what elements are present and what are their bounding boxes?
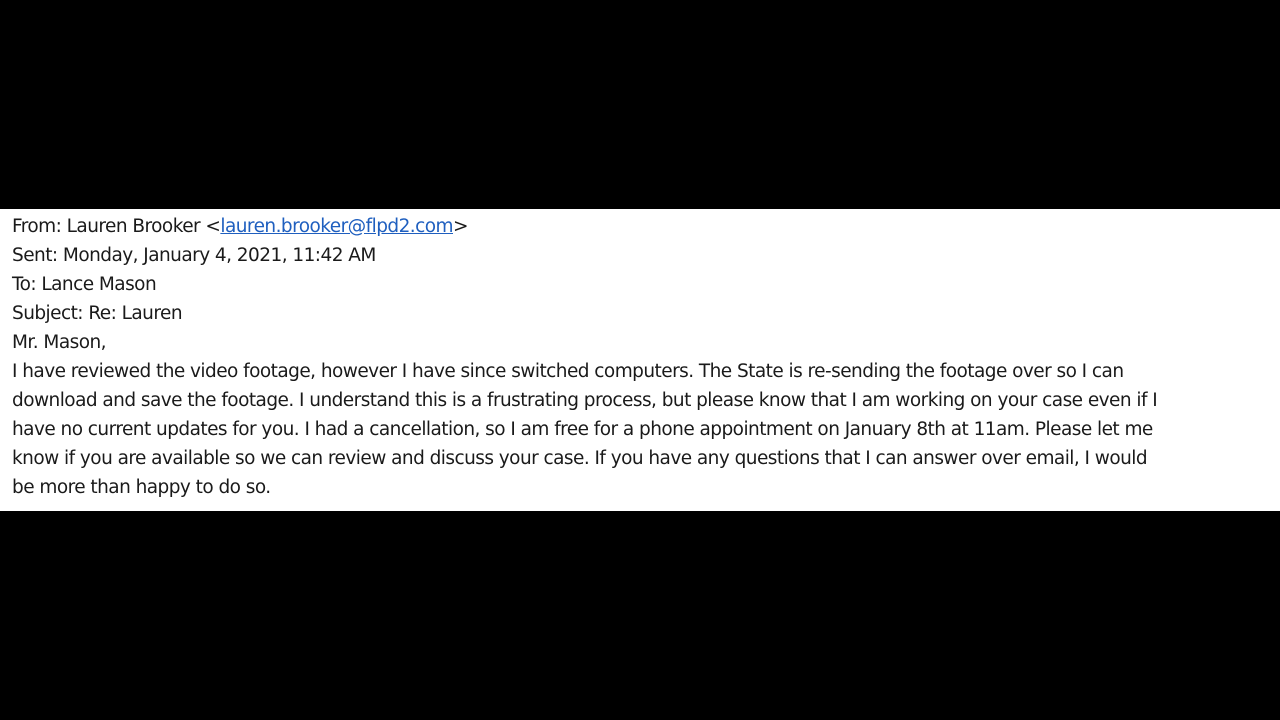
from-name: Lauren Brooker — [66, 216, 206, 237]
screenshot-frame: From: Lauren Brooker <lauren.brooker@flp… — [0, 0, 1280, 720]
body-line: be more than happy to do so. — [12, 477, 271, 498]
sender-email-link[interactable]: lauren.brooker@flpd2.com — [220, 216, 453, 237]
body-line: know if you are available so we can revi… — [12, 448, 1148, 469]
sent-line: Sent: Monday, January 4, 2021, 11:42 AM — [12, 245, 376, 266]
subject-line: Subject: Re: Lauren — [12, 303, 183, 324]
to-line: To: Lance Mason — [12, 274, 157, 295]
body-line: download and save the footage. I underst… — [12, 390, 1158, 411]
greeting-line: Mr. Mason, — [12, 332, 107, 353]
body-line: have no current updates for you. I had a… — [12, 419, 1153, 440]
body-line: I have reviewed the video footage, howev… — [12, 361, 1124, 382]
email-body: I have reviewed the video footage, howev… — [12, 357, 1262, 502]
from-bracket-close: > — [453, 216, 469, 237]
from-bracket-open: < — [205, 216, 221, 237]
from-line: From: Lauren Brooker <lauren.brooker@flp… — [12, 212, 1280, 241]
from-label: From: — [12, 216, 67, 237]
email-message: From: Lauren Brooker <lauren.brooker@flp… — [0, 209, 1280, 511]
